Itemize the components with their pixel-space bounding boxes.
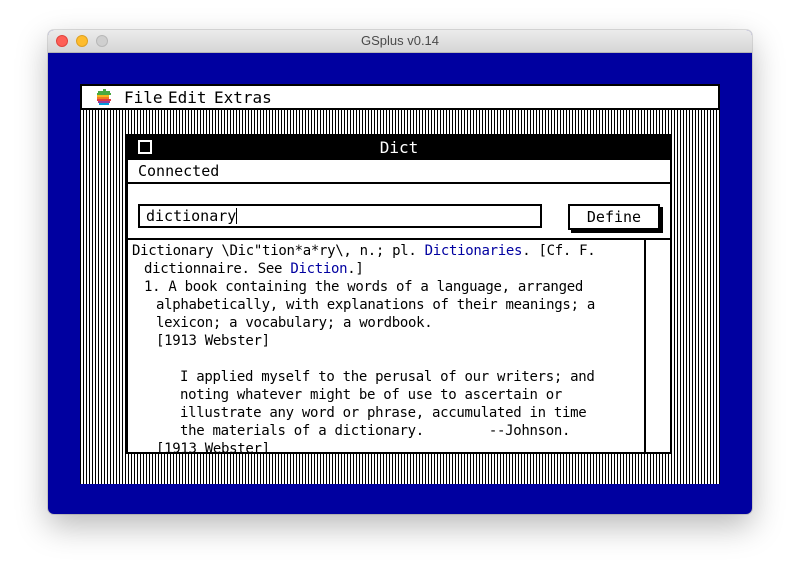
definition-text-area[interactable]: Dictionary \Dic"tion*a*ry\, n.; pl. Dict… [128,238,646,452]
dict-titlebar[interactable]: Dict [128,136,670,160]
definition-text: Dictionary \Dic"tion*a*ry\, n.; pl. [132,243,425,259]
definition-line: 1. A book containing the words of a lang… [144,279,583,295]
definition-line: [1913 Webster] [156,333,270,349]
text-caret [236,208,238,224]
definition-line: Dictionary \Dic"tion*a*ry\, n.; pl. Dict… [132,242,596,260]
definition-text: .] [347,261,364,277]
connection-status: Connected [138,162,220,180]
apple-rainbow-icon[interactable] [95,89,113,105]
menu-edit[interactable]: Edit [168,87,207,109]
menu-extras[interactable]: Extras [214,87,272,109]
definition-line: [1913 Webster] [156,441,270,452]
quote-line: I applied myself to the perusal of our w… [180,369,595,385]
vertical-scrollbar[interactable] [646,238,670,452]
quote-line: noting whatever might be of use to ascer… [180,387,563,403]
search-input-value: dictionary [146,207,237,225]
definition-line: lexicon; a vocabulary; a wordbook. [156,315,433,331]
menu-bar: File Edit Extras [80,84,720,110]
emulator-screen: File Edit Extras Dict Connected dictiona… [80,84,720,484]
definition-text: dictionnaire. See [144,261,291,277]
definition-line: dictionnaire. See Diction.] [144,260,364,278]
status-bar: Connected [128,160,670,184]
dict-window: Dict Connected dictionary Define Diction… [126,134,672,454]
emulator-window: GSplus v0.14 File Edit Extras Dict Conne… [48,30,752,514]
definition-line: alphabetically, with explanations of the… [156,297,595,313]
quote-line: the materials of a dictionary. --Johnson… [180,423,571,439]
link-diction[interactable]: Diction [290,261,347,277]
window-titlebar[interactable]: GSplus v0.14 [48,30,752,53]
definition-text: . [Cf. F. [522,243,596,259]
link-dictionaries[interactable]: Dictionaries [425,243,523,259]
window-title: GSplus v0.14 [360,33,440,48]
search-input[interactable]: dictionary [138,204,542,228]
dict-title: Dict [379,138,419,157]
menu-file[interactable]: File [124,87,163,109]
define-button[interactable]: Define [568,204,660,230]
quote-line: illustrate any word or phrase, accumulat… [180,405,587,421]
